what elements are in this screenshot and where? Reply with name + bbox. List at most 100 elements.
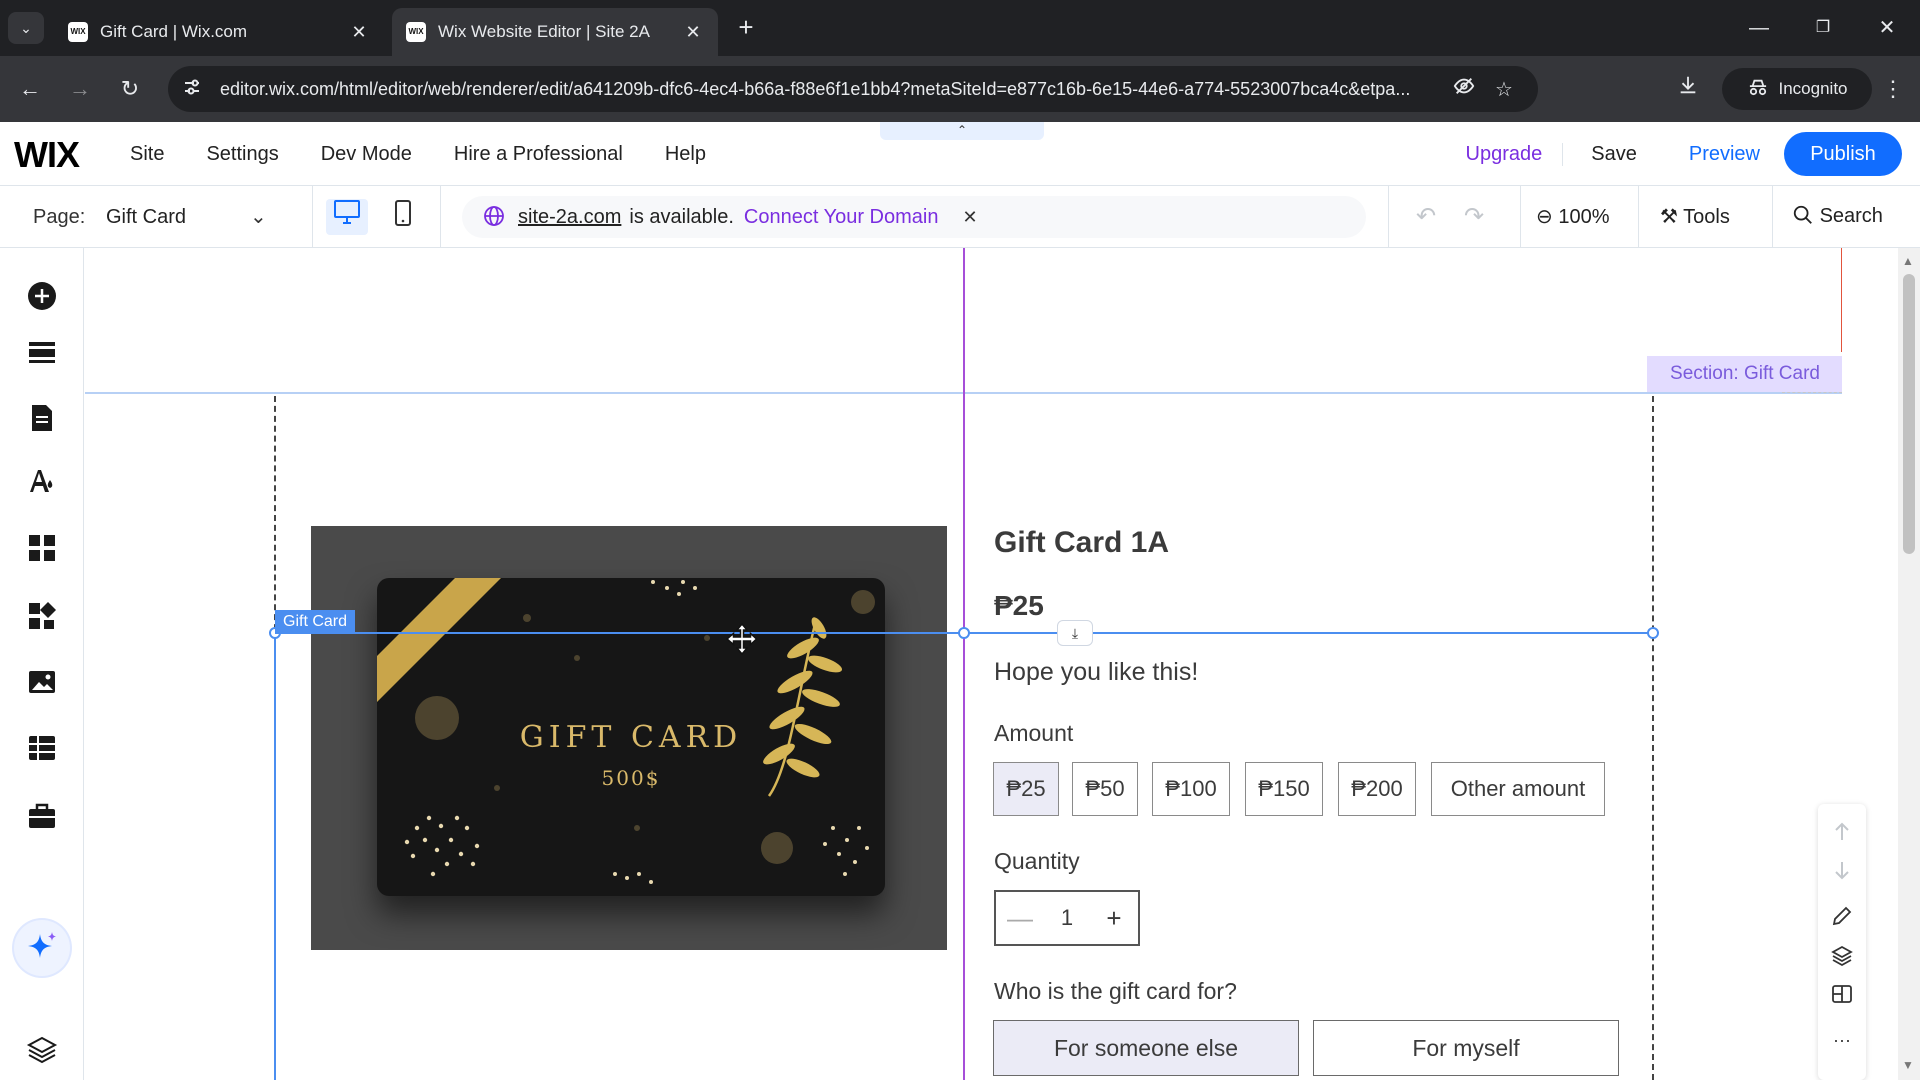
section-label[interactable]: Section: Gift Card xyxy=(1647,356,1842,392)
layers-icon[interactable] xyxy=(26,1034,58,1066)
domain-name-link[interactable]: site-2a.com xyxy=(518,206,621,229)
zoom-control[interactable]: ⊖ 100% xyxy=(1536,204,1609,229)
editor-canvas[interactable]: Section: Gift Card GIFT CARD 500$ Gift C… xyxy=(85,248,1842,1080)
wix-logo[interactable]: WIX xyxy=(14,134,80,176)
undo-icon[interactable]: ↶ xyxy=(1416,202,1436,231)
scroll-up-icon[interactable]: ▲ xyxy=(1902,254,1914,268)
quantity-stepper: — 1 + xyxy=(994,890,1140,946)
close-tab-icon[interactable]: ✕ xyxy=(348,22,370,43)
search-button[interactable]: Search xyxy=(1792,204,1883,228)
browser-tab-wix-editor[interactable]: WIX Wix Website Editor | Site 2A ✕ xyxy=(392,8,718,56)
more-options-icon[interactable]: ··· xyxy=(1830,1030,1854,1054)
scrollbar-thumb[interactable] xyxy=(1903,274,1915,554)
sections-icon[interactable] xyxy=(26,336,58,368)
amount-option-25[interactable]: ₱25 xyxy=(993,762,1059,816)
site-design-icon[interactable] xyxy=(26,466,58,498)
ai-assistant-button[interactable] xyxy=(14,920,70,976)
resize-handle[interactable] xyxy=(1647,627,1659,639)
tab-title: Gift Card | Wix.com xyxy=(100,22,248,41)
cms-icon[interactable] xyxy=(26,732,58,764)
for-myself-button[interactable]: For myself xyxy=(1313,1020,1619,1076)
layers-icon[interactable] xyxy=(1830,944,1854,968)
gift-card-image[interactable]: GIFT CARD 500$ xyxy=(311,526,947,950)
amount-option-100[interactable]: ₱100 xyxy=(1152,762,1230,816)
page-selector[interactable]: Gift Card xyxy=(106,206,186,229)
collapse-toolbar-tab[interactable]: ⌃ xyxy=(880,122,1044,140)
selected-element-tag[interactable]: Gift Card xyxy=(275,610,356,634)
edit-pen-icon[interactable] xyxy=(1830,904,1854,928)
connect-domain-link[interactable]: Connect Your Domain xyxy=(744,206,939,229)
publish-button[interactable]: Publish xyxy=(1784,132,1902,176)
desktop-view-button[interactable] xyxy=(326,199,368,235)
business-apps-icon[interactable] xyxy=(26,600,58,632)
scroll-down-icon[interactable]: ▼ xyxy=(1902,1058,1914,1072)
anchor-drag-icon[interactable]: ⤓ xyxy=(1057,620,1093,646)
add-elements-icon[interactable] xyxy=(26,280,58,312)
menu-item-settings[interactable]: Settings xyxy=(206,143,278,166)
arrow-down-icon[interactable] xyxy=(1830,858,1854,882)
url-field[interactable]: editor.wix.com/html/editor/web/renderer/… xyxy=(168,66,1538,112)
incognito-badge[interactable]: Incognito xyxy=(1722,68,1872,110)
amount-option-50[interactable]: ₱50 xyxy=(1072,762,1138,816)
close-window-button[interactable]: ✕ xyxy=(1864,8,1910,48)
chevron-down-icon[interactable]: ⌄ xyxy=(250,204,267,229)
portfolio-icon[interactable] xyxy=(26,800,58,832)
editor-toolbar: Page: Gift Card ⌄ site-2a.com is availab… xyxy=(0,186,1920,248)
sparkle-icon xyxy=(28,932,56,958)
menu-item-help[interactable]: Help xyxy=(665,143,706,166)
top-bar-actions: Upgrade Save Preview Publish xyxy=(1446,122,1920,186)
quantity-increase-button[interactable]: + xyxy=(1090,903,1138,934)
gift-card-image-title: GIFT CARD xyxy=(519,720,743,755)
preview-button[interactable]: Preview xyxy=(1665,143,1784,166)
browser-address-bar: ← → ↻ editor.wix.com/html/editor/web/ren… xyxy=(0,56,1920,122)
divider xyxy=(1388,186,1389,248)
save-button[interactable]: Save xyxy=(1563,143,1665,166)
menu-item-dev-mode[interactable]: Dev Mode xyxy=(321,143,412,166)
back-button[interactable]: ← xyxy=(12,71,48,107)
browser-tab-gift-card[interactable]: WIX Gift Card | Wix.com ✕ xyxy=(54,8,384,56)
forward-button[interactable]: → xyxy=(62,71,98,107)
tab-search-dropdown[interactable]: ⌄ xyxy=(8,12,44,44)
resize-handle[interactable] xyxy=(958,627,970,639)
gift-card-graphic: GIFT CARD 500$ xyxy=(377,578,885,896)
split-view-icon[interactable] xyxy=(1830,982,1854,1006)
domain-status-text: is available. xyxy=(629,205,734,228)
restore-window-button[interactable]: ❐ xyxy=(1800,8,1846,48)
redo-icon[interactable]: ↷ xyxy=(1464,202,1484,231)
tools-button[interactable]: ⚒ Tools xyxy=(1660,204,1730,229)
close-icon[interactable]: ✕ xyxy=(962,207,977,228)
amount-option-150[interactable]: ₱150 xyxy=(1245,762,1323,816)
mobile-view-button[interactable] xyxy=(382,199,424,235)
canvas-scrollbar[interactable]: ▲ ▼ xyxy=(1898,248,1920,1080)
download-icon[interactable] xyxy=(1670,71,1706,107)
bookmark-star-icon[interactable]: ☆ xyxy=(1484,77,1524,102)
new-tab-button[interactable]: + xyxy=(730,12,762,44)
quantity-label: Quantity xyxy=(994,848,1080,874)
amount-option-other[interactable]: Other amount xyxy=(1431,762,1605,816)
divider xyxy=(1520,186,1521,248)
quantity-input[interactable]: 1 xyxy=(1044,905,1090,931)
add-apps-icon[interactable] xyxy=(26,532,58,564)
site-info-icon[interactable] xyxy=(182,77,210,102)
pages-icon[interactable] xyxy=(26,402,58,434)
wix-favicon-icon: WIX xyxy=(406,22,426,42)
menu-item-hire-professional[interactable]: Hire a Professional xyxy=(454,143,623,166)
product-title: Gift Card 1A xyxy=(994,526,1170,559)
upgrade-button[interactable]: Upgrade xyxy=(1446,142,1564,166)
divider xyxy=(440,186,441,248)
move-cursor-icon xyxy=(725,622,758,656)
media-icon[interactable] xyxy=(26,666,58,698)
quantity-decrease-button[interactable]: — xyxy=(996,903,1044,934)
section-edge-marker xyxy=(1841,248,1842,352)
minimize-window-button[interactable]: — xyxy=(1736,8,1782,48)
for-someone-else-button[interactable]: For someone else xyxy=(993,1020,1299,1076)
tab-title: Wix Website Editor | Site 2A xyxy=(438,22,650,41)
arrow-up-icon[interactable] xyxy=(1830,820,1854,844)
close-tab-icon[interactable]: ✕ xyxy=(682,22,704,43)
editor-main-menu: Site Settings Dev Mode Hire a Profession… xyxy=(130,122,748,186)
amount-option-200[interactable]: ₱200 xyxy=(1338,762,1416,816)
reload-button[interactable]: ↻ xyxy=(112,71,148,107)
menu-item-site[interactable]: Site xyxy=(130,143,164,166)
browser-menu-icon[interactable]: ⋮ xyxy=(1878,71,1908,107)
eye-off-icon[interactable] xyxy=(1444,75,1484,103)
